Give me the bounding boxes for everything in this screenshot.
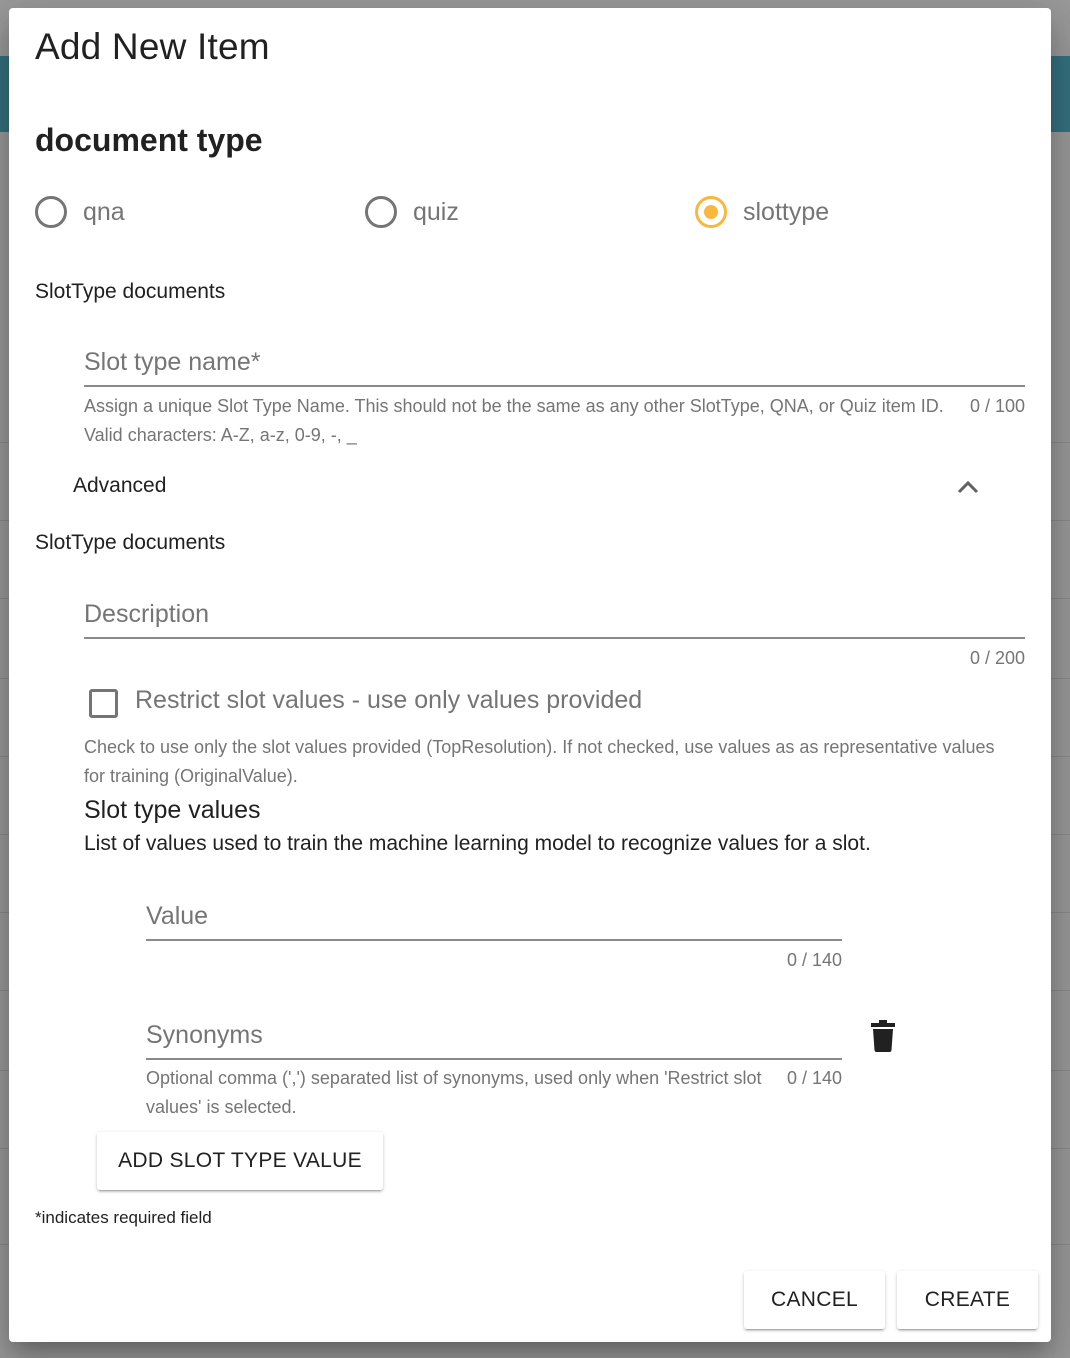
radio-label-qna: qna: [83, 197, 125, 226]
radio-label-slottype: slottype: [743, 197, 830, 226]
cancel-button[interactable]: CANCEL: [744, 1271, 885, 1329]
dialog-title: Add New Item: [35, 26, 270, 67]
value-underline: [146, 939, 842, 941]
value-field[interactable]: Value: [146, 890, 842, 942]
synonyms-underline: [146, 1058, 842, 1060]
radio-selected-icon[interactable]: [695, 196, 727, 228]
slottype-documents-heading: SlotType documents: [35, 280, 226, 303]
radio-circle-icon[interactable]: [35, 196, 67, 228]
restrict-slot-values-checkbox[interactable]: [89, 689, 118, 718]
slot-type-name-field[interactable]: Slot type name*: [84, 338, 1025, 388]
synonyms-placeholder: Synonyms: [146, 1021, 263, 1049]
value-counter: 0 / 140: [786, 950, 842, 970]
slot-type-name-hint: Assign a unique Slot Type Name. This sho…: [84, 396, 944, 445]
advanced-toggle-label[interactable]: Advanced: [73, 474, 166, 498]
description-counter: 0 / 200: [969, 648, 1025, 668]
trash-icon[interactable]: [871, 1020, 895, 1052]
radio-quiz[interactable]: quiz: [365, 192, 459, 232]
radio-label-quiz: quiz: [413, 197, 459, 226]
synonyms-field[interactable]: Synonyms: [146, 1010, 842, 1062]
value-placeholder: Value: [146, 902, 209, 930]
synonyms-hint: Optional comma (',') separated list of s…: [146, 1068, 762, 1117]
add-slot-type-value-button[interactable]: ADD SLOT TYPE VALUE: [97, 1132, 383, 1190]
slot-type-values-description: List of values used to train the machine…: [84, 832, 871, 855]
required-field-note: *indicates required field: [35, 1208, 212, 1227]
restrict-slot-values-hint: Check to use only the slot values provid…: [84, 737, 995, 786]
slottype-documents-heading-advanced: SlotType documents: [35, 531, 226, 554]
slot-type-name-placeholder: Slot type name*: [84, 348, 261, 376]
description-underline: [84, 637, 1025, 639]
slot-type-values-heading: Slot type values: [84, 796, 261, 824]
slot-type-name-counter: 0 / 100: [969, 396, 1025, 416]
add-item-dialog: Add New Item document type qna quiz slot…: [9, 8, 1051, 1342]
chevron-up-icon[interactable]: [955, 476, 981, 498]
slot-type-name-underline: [84, 385, 1025, 387]
radio-circle-icon[interactable]: [365, 196, 397, 228]
restrict-slot-values-label[interactable]: Restrict slot values - use only values p…: [135, 686, 642, 715]
create-button[interactable]: CREATE: [897, 1271, 1038, 1329]
document-type-heading: document type: [35, 122, 263, 158]
description-field[interactable]: Description: [84, 588, 1025, 640]
radio-qna[interactable]: qna: [35, 192, 125, 232]
synonyms-counter: 0 / 140: [786, 1068, 842, 1088]
document-type-radio-group: qna quiz slottype: [35, 192, 1025, 232]
radio-slottype[interactable]: slottype: [695, 192, 829, 232]
description-placeholder: Description: [84, 600, 210, 628]
